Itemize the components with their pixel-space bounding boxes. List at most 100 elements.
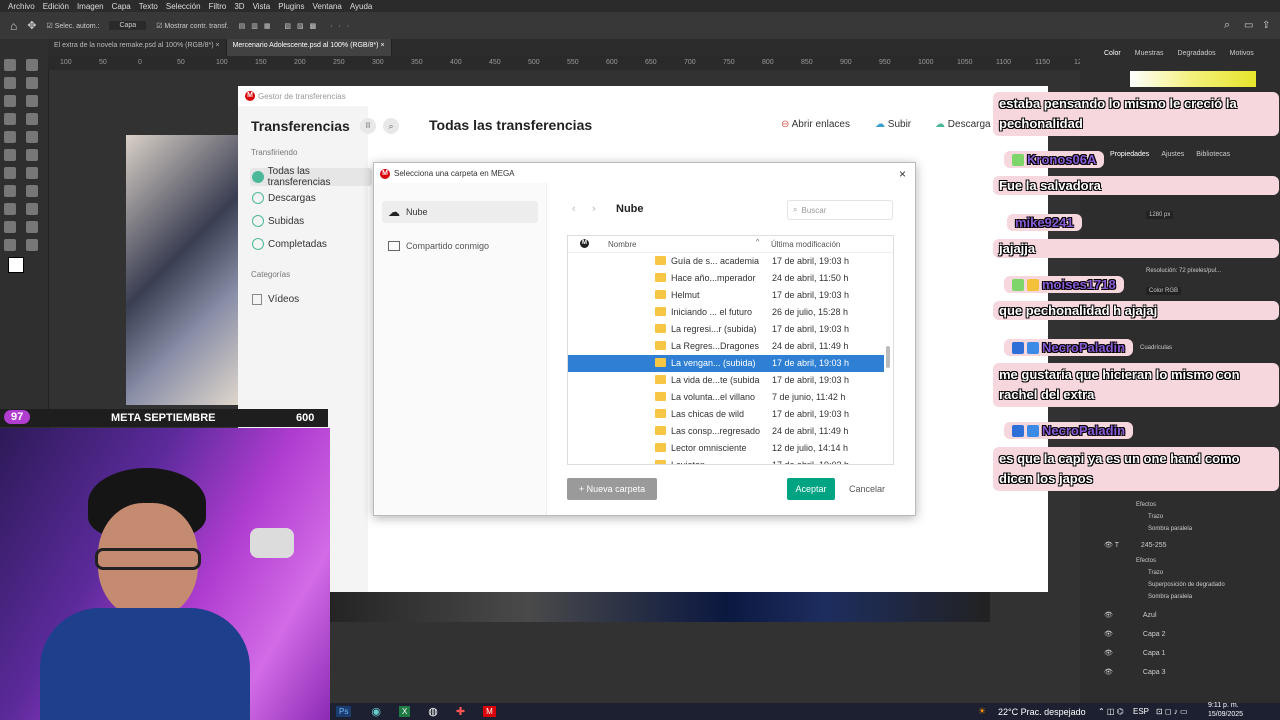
blur-tool-icon[interactable] bbox=[26, 167, 38, 179]
app-taskbar-icon[interactable]: ◍ bbox=[428, 705, 438, 718]
path-select-icon[interactable] bbox=[26, 203, 38, 215]
heal-tool-icon[interactable] bbox=[26, 113, 38, 125]
folder-row[interactable]: Las consp...regresado 24 de abril, 11:49 … bbox=[568, 423, 884, 440]
menu-plugins[interactable]: Plugins bbox=[278, 2, 304, 11]
folder-row[interactable]: Helmut 17 de abril, 19:03 h bbox=[568, 287, 884, 304]
shape-tool-icon[interactable] bbox=[4, 221, 16, 233]
show-transform-checkbox[interactable]: ☑ Mostrar contr. transf. bbox=[156, 22, 228, 30]
menu-ayuda[interactable]: Ayuda bbox=[350, 2, 373, 11]
tab-motivos[interactable]: Motivos bbox=[1230, 50, 1254, 57]
menu-edicion[interactable]: Edición bbox=[43, 2, 69, 11]
folder-row[interactable]: Lector omnisciente 12 de julio, 14:14 h bbox=[568, 440, 884, 457]
menu-3d[interactable]: 3D bbox=[234, 2, 244, 11]
tab-degradados[interactable]: Degradados bbox=[1178, 50, 1216, 57]
more-tools-icon[interactable] bbox=[26, 239, 38, 251]
folder-row[interactable]: Iniciando ... el futuro 26 de julio, 15:2… bbox=[568, 304, 884, 321]
marquee-tool-icon[interactable] bbox=[26, 59, 38, 71]
eyedropper-tool-icon[interactable] bbox=[4, 113, 16, 125]
menu-filtro[interactable]: Filtro bbox=[209, 2, 227, 11]
dodge-tool-icon[interactable] bbox=[4, 185, 16, 197]
eraser-tool-icon[interactable] bbox=[26, 149, 38, 161]
layer-row[interactable]: 👁 Capa 2 bbox=[1104, 630, 1165, 638]
sort-arrow-icon[interactable]: ^ bbox=[756, 239, 759, 246]
menu-imagen[interactable]: Imagen bbox=[77, 2, 104, 11]
chrome-taskbar-icon[interactable]: ◉ bbox=[371, 705, 381, 718]
folder-row[interactable]: Hace año...mperador 24 de abril, 11:50 h bbox=[568, 270, 884, 287]
scrollbar[interactable] bbox=[886, 346, 890, 368]
search-icon[interactable]: ⌕ bbox=[1224, 19, 1230, 32]
tab-propiedades[interactable]: Propiedades bbox=[1110, 151, 1149, 158]
language-indicator[interactable]: ESP bbox=[1133, 707, 1149, 716]
share-icon[interactable]: ⇪ bbox=[1262, 20, 1270, 31]
search-field[interactable]: ⌕ Buscar bbox=[787, 200, 893, 220]
folder-row[interactable]: La volunta...el villano 7 de junio, 11:42… bbox=[568, 389, 884, 406]
folder-row[interactable]: La vengan... (subida) 17 de abril, 19:03 … bbox=[568, 355, 884, 372]
color-spectrum[interactable] bbox=[1130, 71, 1256, 87]
tab-color[interactable]: Color bbox=[1104, 50, 1121, 57]
sidebar-item-uploads[interactable]: Subidas bbox=[252, 215, 304, 227]
frame-tool-icon[interactable] bbox=[26, 95, 38, 107]
excel-taskbar-icon[interactable]: X bbox=[398, 706, 411, 717]
hand-tool-icon[interactable] bbox=[26, 221, 38, 233]
clock-date[interactable]: 15/09/2025 bbox=[1208, 711, 1243, 718]
open-links-button[interactable]: ⊖ Abrir enlaces bbox=[781, 119, 850, 130]
layer-select[interactable]: Capa bbox=[109, 21, 147, 30]
close-icon[interactable]: × bbox=[380, 42, 384, 49]
location-cloud[interactable]: ☁ Nube bbox=[382, 201, 538, 223]
photoshop-taskbar-icon[interactable]: Ps bbox=[336, 706, 352, 717]
close-icon[interactable]: × bbox=[899, 167, 906, 181]
column-name-header[interactable]: Nombre bbox=[608, 240, 636, 249]
gradient-tool-icon[interactable] bbox=[4, 167, 16, 179]
layer-row[interactable]: 👁 Capa 3 bbox=[1104, 668, 1165, 676]
menu-vista[interactable]: Vista bbox=[253, 2, 271, 11]
tab-bibliotecas[interactable]: Bibliotecas bbox=[1196, 151, 1230, 158]
folder-row[interactable]: La Regres...Dragones 24 de abril, 11:49 h bbox=[568, 338, 884, 355]
eye-icon[interactable]: 👁 bbox=[1104, 612, 1113, 619]
sidebar-item-downloads[interactable]: Descargas bbox=[252, 192, 316, 204]
tray-icons[interactable]: ⌃ ◫ ⌬ bbox=[1098, 707, 1124, 716]
new-folder-button[interactable]: + Nueva carpeta bbox=[567, 478, 657, 500]
home-icon[interactable]: ⌂ bbox=[10, 19, 17, 33]
tab-muestras[interactable]: Muestras bbox=[1135, 50, 1164, 57]
app2-taskbar-icon[interactable]: ✚ bbox=[456, 705, 465, 718]
sidebar-item-videos[interactable]: Vídeos bbox=[252, 294, 299, 305]
search-icon[interactable]: ⌕ bbox=[383, 118, 399, 134]
crop-tool-icon[interactable] bbox=[4, 95, 16, 107]
folder-row[interactable]: Leviatan 17 de abril, 19:03 h bbox=[568, 457, 884, 464]
eye-icon[interactable]: 👁 bbox=[1104, 650, 1113, 657]
column-modified-header[interactable]: Última modificación bbox=[771, 240, 840, 249]
close-icon[interactable]: × bbox=[215, 42, 219, 49]
tab-mercenario[interactable]: Mercenario Adolescente.psd al 100% (RGB/… bbox=[226, 39, 392, 56]
weather-text[interactable]: 22°C Prac. despejado bbox=[998, 707, 1086, 717]
auto-select-checkbox[interactable]: ☑ Selec. autom.: bbox=[46, 22, 99, 30]
back-arrow-icon[interactable]: ‹ bbox=[572, 203, 576, 215]
sidebar-item-completed[interactable]: Completadas bbox=[252, 238, 327, 250]
clock-time[interactable]: 9:11 p. m. bbox=[1208, 702, 1239, 709]
move-tool-icon[interactable] bbox=[4, 59, 16, 71]
folder-row[interactable]: La vida de...te (subida 17 de abril, 19:0… bbox=[568, 372, 884, 389]
layer-text[interactable]: 👁 T 245-255 bbox=[1104, 541, 1167, 549]
location-shared[interactable]: Compartido conmigo bbox=[382, 237, 489, 255]
folder-row[interactable]: Las chicas de wild 17 de abril, 19:03 h bbox=[568, 406, 884, 423]
wand-tool-icon[interactable] bbox=[26, 77, 38, 89]
accept-button[interactable]: Aceptar bbox=[787, 478, 835, 500]
eye-icon[interactable]: 👁 bbox=[1104, 631, 1113, 638]
menu-seleccion[interactable]: Selección bbox=[166, 2, 201, 11]
stamp-tool-icon[interactable] bbox=[26, 131, 38, 143]
workspace-icon[interactable]: ▭ bbox=[1244, 20, 1253, 31]
forward-arrow-icon[interactable]: › bbox=[592, 203, 596, 215]
folder-row[interactable]: Guía de s... academia 17 de abril, 19:03 … bbox=[568, 253, 884, 270]
props-width[interactable]: 1280 px bbox=[1146, 211, 1174, 219]
system-tray-icons[interactable]: ⊡ ◻ ♪ ▭ bbox=[1156, 707, 1188, 716]
cancel-button[interactable]: Cancelar bbox=[841, 478, 893, 500]
menu-archivo[interactable]: Archivo bbox=[8, 2, 35, 11]
lasso-tool-icon[interactable] bbox=[4, 77, 16, 89]
layer-row[interactable]: 👁 Azul bbox=[1104, 611, 1157, 619]
sidebar-item-all[interactable]: Todas las transferencias bbox=[250, 166, 372, 188]
move-icon[interactable]: ✥ bbox=[27, 19, 36, 32]
history-brush-icon[interactable] bbox=[4, 149, 16, 161]
align-icons[interactable]: ▤▥▦ ▧▨▩ ··· bbox=[239, 22, 356, 30]
pen-tool-icon[interactable] bbox=[26, 185, 38, 197]
tab-extra-novela[interactable]: El extra de la novela remake.psd al 100%… bbox=[48, 39, 227, 56]
eye-icon[interactable]: 👁 bbox=[1104, 669, 1113, 676]
